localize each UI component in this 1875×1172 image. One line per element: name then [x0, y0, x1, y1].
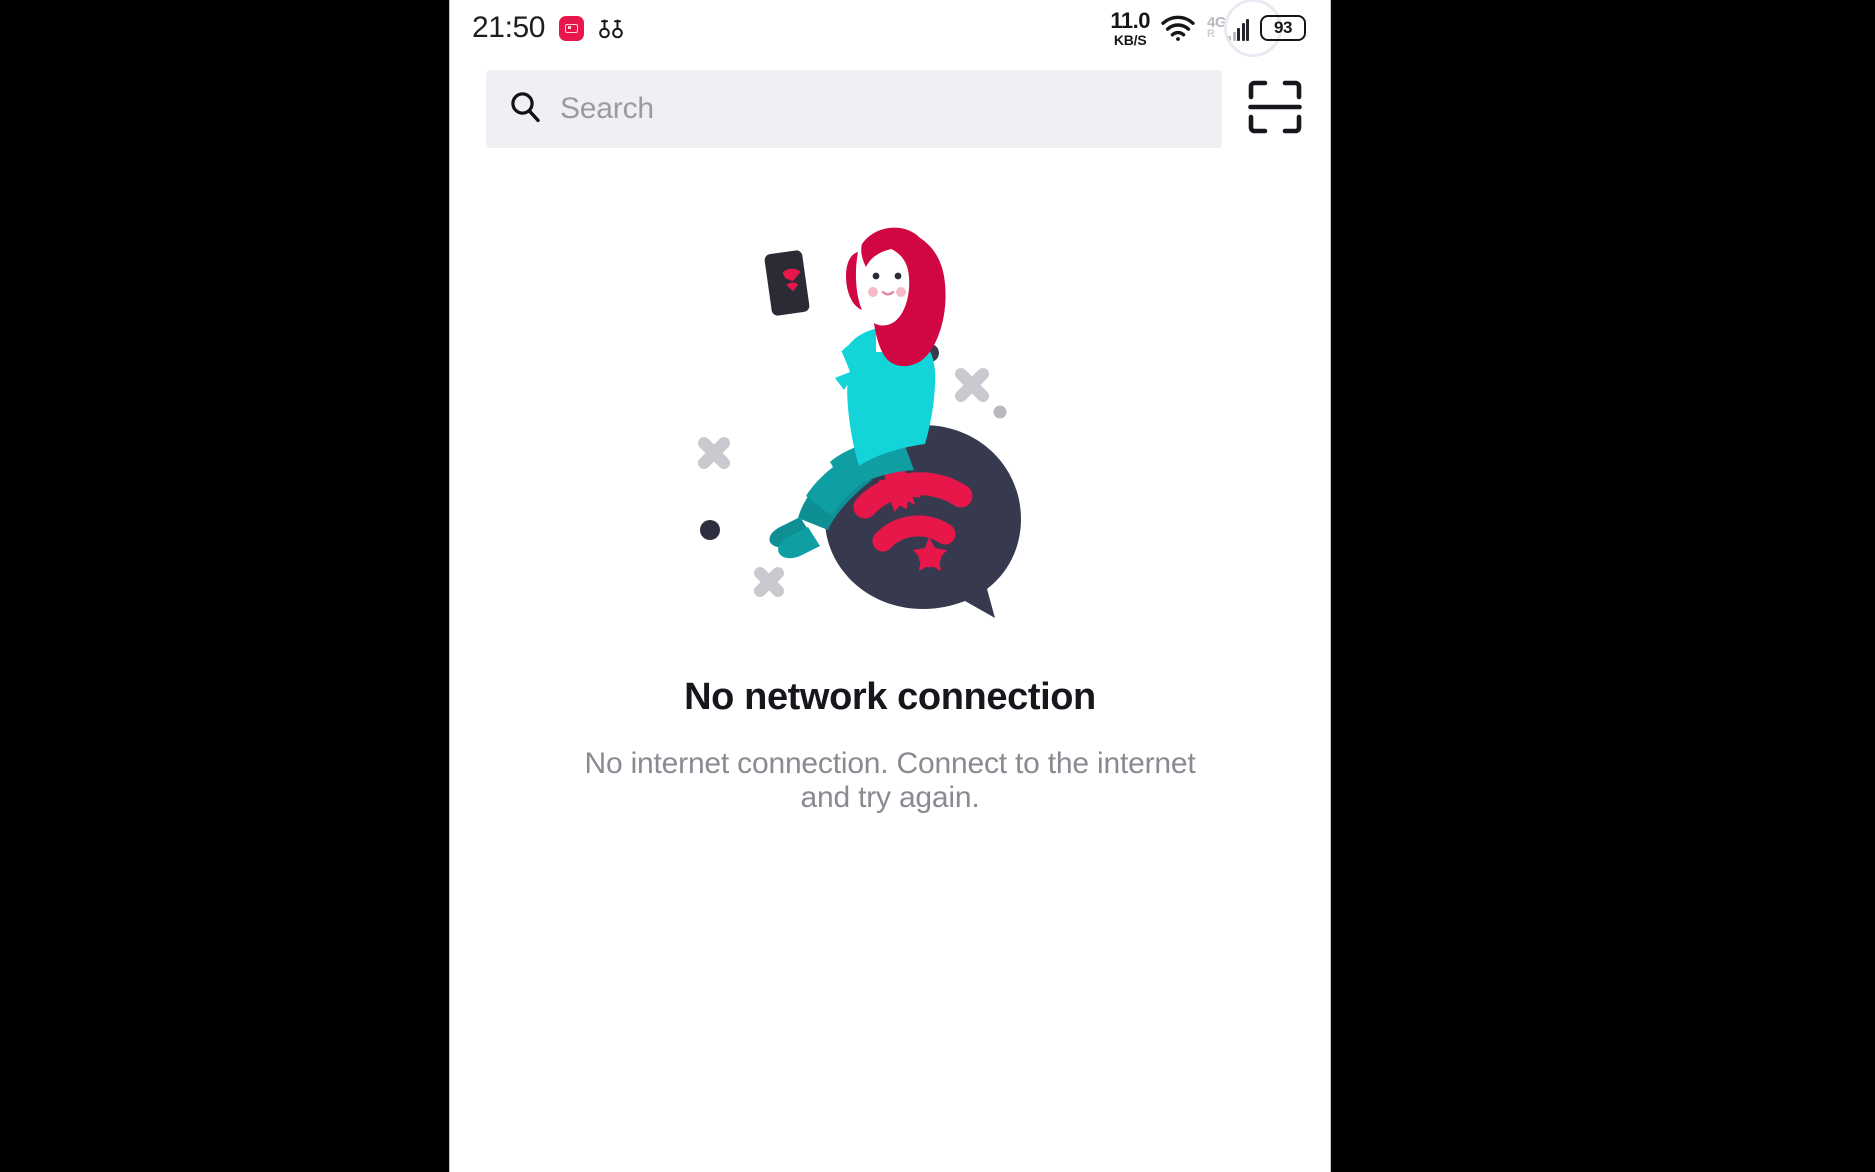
network-speed-value: 11.0: [1110, 7, 1150, 33]
battery-indicator: 93: [1260, 15, 1306, 41]
search-bar-row: Search: [450, 66, 1330, 152]
status-bar-right: 11.0 KB/S 4G R 93: [1110, 0, 1306, 57]
status-bar-left: 21:50: [472, 13, 624, 43]
cellular-signal-indicator: 4G R: [1206, 0, 1282, 57]
search-input[interactable]: Search: [486, 70, 1222, 148]
search-icon: [508, 90, 542, 129]
search-placeholder-text: Search: [560, 92, 654, 125]
status-clock: 21:50: [472, 11, 546, 44]
battery-percent: 93: [1274, 18, 1292, 37]
network-speed-indicator: 11.0 KB/S: [1110, 7, 1150, 48]
scan-code-icon: [1248, 80, 1302, 139]
signal-bars: [1228, 19, 1249, 41]
phone-viewport: 21:50 11.0 KB/S 4G R 93 Search No networ…: [450, 0, 1330, 1172]
wifi-icon: [1161, 15, 1195, 41]
video-app-badge-icon: [559, 15, 585, 41]
cellular-roaming-label: R: [1207, 28, 1215, 40]
empty-state-container: No network connection No internet connec…: [450, 200, 1330, 814]
screenshot-stage: 21:50 11.0 KB/S 4G R 93 Search No networ…: [0, 0, 1875, 1172]
status-bar: 21:50 11.0 KB/S 4G R 93: [450, 0, 1330, 57]
empty-state-title: No network connection: [684, 676, 1096, 718]
empty-state-subtitle: No internet connection. Connect to the i…: [584, 747, 1196, 814]
no-network-illustration: [680, 200, 1100, 620]
scan-code-button[interactable]: [1242, 74, 1308, 144]
scissors-glyph-icon: [598, 16, 624, 40]
network-speed-unit: KB/S: [1113, 31, 1147, 48]
